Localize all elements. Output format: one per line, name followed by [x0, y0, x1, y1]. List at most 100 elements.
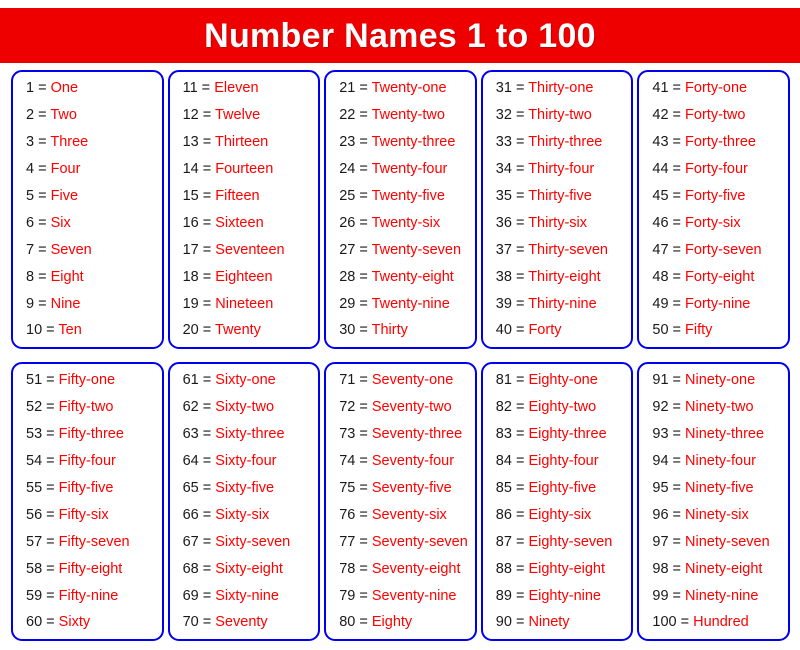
entry-number: 23 — [339, 133, 356, 150]
entry-word: Thirty — [371, 322, 408, 339]
equals-sign: = — [668, 452, 686, 469]
equals-sign: = — [42, 322, 59, 339]
number-name-entry: 66 = Sixty-six — [170, 507, 319, 523]
entry-word: Hundred — [693, 614, 749, 631]
entry-word: Two — [50, 106, 77, 123]
entry-number: 38 — [495, 268, 512, 285]
number-name-entry: 27 = Twenty-seven — [326, 242, 475, 258]
page-title: Number Names 1 to 100 — [204, 16, 596, 55]
equals-sign: = — [511, 214, 529, 231]
entry-word: Fifteen — [215, 187, 260, 204]
equals-sign: = — [676, 614, 694, 631]
number-name-entry: 33 = Thirty-three — [483, 135, 632, 150]
equals-sign: = — [355, 372, 372, 388]
entry-number: 8 — [26, 268, 35, 285]
entry-word: Twelve — [215, 106, 261, 123]
entry-word: Ninety-six — [685, 506, 749, 523]
entry-number: 80 — [339, 614, 356, 631]
entry-word: Forty-four — [685, 160, 748, 177]
equals-sign: = — [511, 560, 529, 577]
entry-word: Forty-one — [685, 80, 748, 96]
number-name-entry: 77 = Seventy-seven — [326, 533, 475, 550]
equals-sign: = — [668, 80, 686, 96]
equals-sign: = — [511, 506, 529, 523]
equals-sign: = — [668, 398, 686, 415]
entry-number: 46 — [652, 214, 669, 231]
card-41-50: 41 = Forty-one 42 = Forty-two 43 = Forty-t… — [637, 70, 790, 349]
entry-number: 9 — [26, 295, 35, 312]
entry-number: 54 — [26, 452, 43, 469]
entry-word: Fifty-nine — [58, 587, 119, 604]
entry-number: 47 — [652, 241, 669, 258]
entry-number: 72 — [339, 398, 356, 415]
equals-sign: = — [511, 322, 529, 339]
entry-word: Twenty-five — [371, 187, 445, 204]
equals-sign: = — [355, 614, 372, 631]
entry-word: Eighty-six — [528, 506, 592, 523]
entry-word: Seventy-seven — [371, 533, 468, 550]
number-name-entry: 53 = Fifty-three — [13, 427, 162, 442]
entry-number: 51 — [26, 372, 43, 388]
entry-word: Thirteen — [215, 133, 269, 150]
equals-sign: = — [34, 241, 51, 258]
entry-word: Twenty-eight — [371, 268, 454, 285]
equals-sign: = — [355, 133, 372, 150]
number-name-entry: 29 = Twenty-nine — [326, 296, 475, 312]
equals-sign: = — [42, 479, 59, 496]
entry-number: 62 — [182, 398, 199, 415]
entry-number: 31 — [495, 80, 512, 96]
entry-word: Seventy-two — [371, 398, 452, 415]
equals-sign: = — [355, 560, 372, 577]
entry-number: 33 — [495, 133, 512, 150]
entry-number: 7 — [26, 241, 35, 258]
entry-number: 45 — [652, 187, 669, 204]
number-name-entry: 91 = Ninety-one — [639, 373, 788, 388]
entry-number: 99 — [652, 587, 669, 604]
entry-number: 16 — [182, 214, 199, 231]
entry-word: Sixty — [58, 614, 91, 631]
equals-sign: = — [511, 295, 529, 312]
number-names-chart: Number Names 1 to 100 1 = One 2 = Two 3 = … — [0, 0, 800, 650]
entry-number: 89 — [495, 587, 512, 604]
number-name-entry: 78 = Seventy-eight — [326, 560, 475, 577]
equals-sign: = — [198, 479, 216, 496]
equals-sign: = — [668, 241, 686, 258]
entry-word: Twenty-two — [371, 106, 445, 123]
entry-number: 90 — [495, 614, 512, 631]
equals-sign: = — [198, 425, 216, 442]
number-name-entry: 95 = Ninety-five — [639, 481, 788, 496]
entry-word: Seven — [50, 241, 92, 258]
entry-word: Ninety-one — [685, 372, 756, 388]
entry-word: Forty — [528, 322, 562, 339]
entry-number: 44 — [652, 160, 669, 177]
equals-sign: = — [34, 268, 51, 285]
card-91-100: 91 = Ninety-one 92 = Ninety-two 93 = Ninet… — [637, 362, 790, 641]
entry-word: Seventy-six — [371, 506, 447, 523]
equals-sign: = — [511, 133, 529, 150]
entry-word: One — [50, 80, 79, 96]
equals-sign: = — [511, 587, 529, 604]
entry-word: Forty-five — [685, 187, 746, 204]
equals-sign: = — [355, 214, 372, 231]
equals-sign: = — [511, 372, 529, 388]
number-name-entry: 5 = Five — [13, 189, 162, 204]
equals-sign: = — [355, 187, 372, 204]
card-51-60: 51 = Fifty-one 52 = Fifty-two 53 = Fifty-t… — [11, 362, 164, 641]
equals-sign: = — [42, 506, 59, 523]
entry-number: 43 — [652, 133, 669, 150]
equals-sign: = — [668, 479, 686, 496]
entry-word: Forty-six — [685, 214, 741, 231]
entry-number: 92 — [652, 398, 669, 415]
number-name-entry: 94 = Ninety-four — [639, 454, 788, 469]
entry-number: 83 — [495, 425, 512, 442]
entry-word: Eighty-seven — [528, 533, 613, 550]
number-name-entry: 41 = Forty-one — [639, 81, 788, 96]
number-name-entry: 13 = Thirteen — [170, 135, 319, 150]
equals-sign: = — [511, 614, 529, 631]
entry-number: 53 — [26, 425, 43, 442]
equals-sign: = — [511, 533, 529, 550]
entry-number: 97 — [652, 533, 669, 550]
entry-word: Sixty-five — [215, 479, 275, 496]
number-name-entry: 100 = Hundred — [639, 615, 788, 630]
entry-word: Twenty-four — [371, 160, 448, 177]
